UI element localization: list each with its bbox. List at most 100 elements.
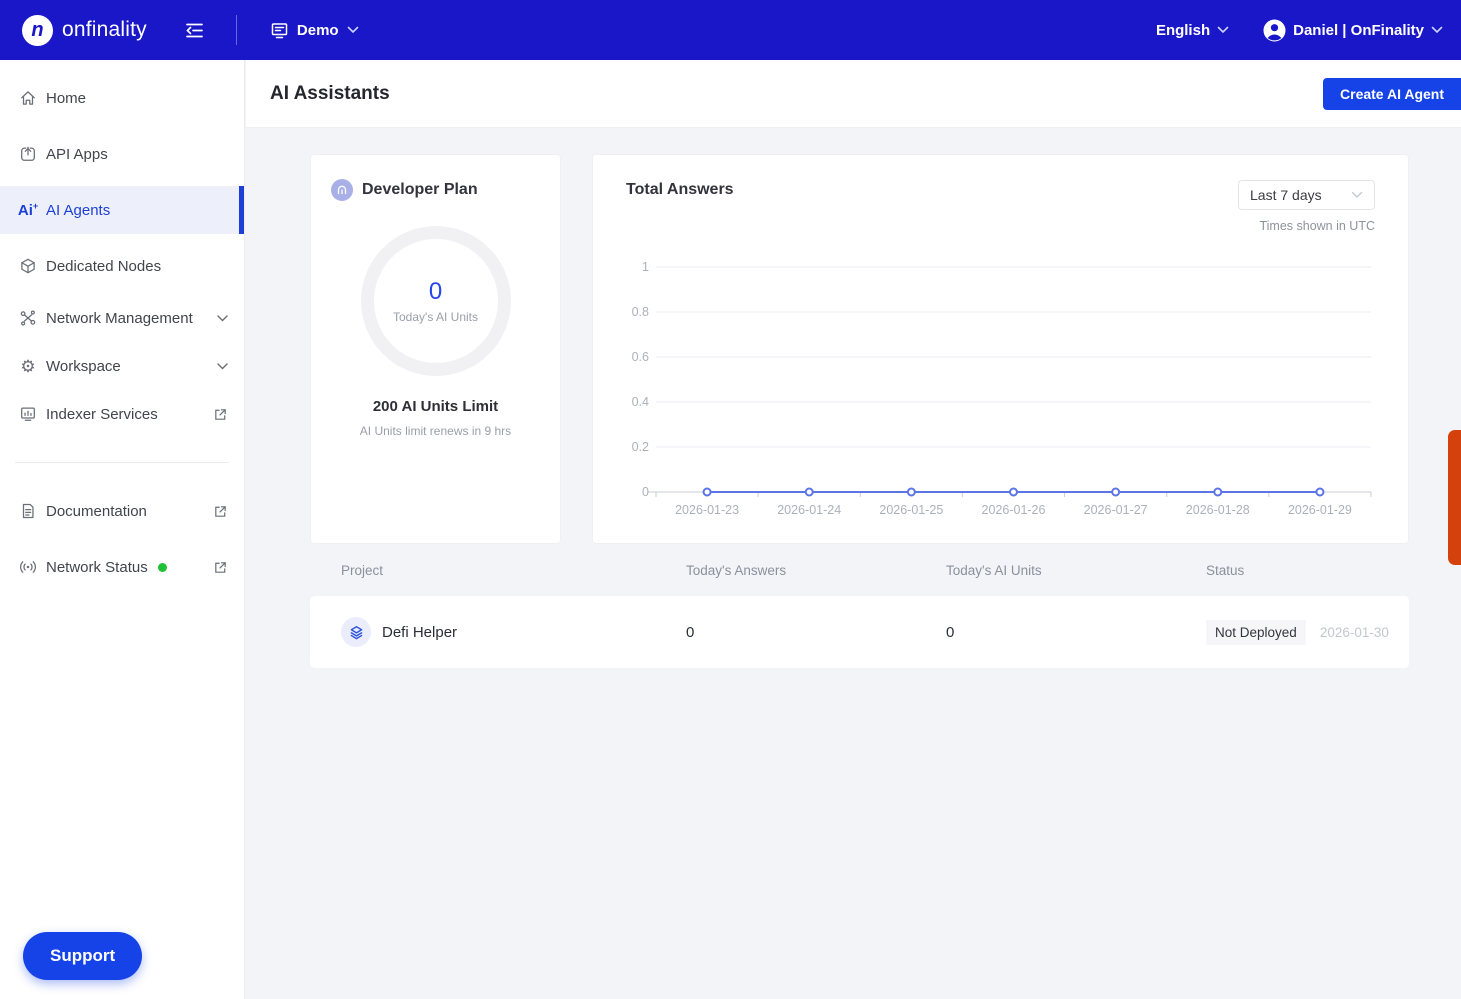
external-link-icon [215,505,226,517]
top-navbar: n onfinality Demo English Daniel | OnFin… [0,0,1461,60]
col-project: Project [341,562,384,578]
language-selector[interactable]: English [1156,22,1229,39]
svg-text:2026-01-24: 2026-01-24 [777,503,841,517]
svg-text:0: 0 [642,485,649,499]
col-todays-answers: Today's Answers [686,562,787,578]
sidebar-item-label: Home [46,89,87,107]
status-badge: Not Deployed [1206,619,1306,645]
workspace-switcher[interactable]: Demo [270,21,359,40]
sidebar-item-network-status[interactable]: Network Status [0,543,244,591]
sidebar-item-workspace[interactable]: ⚙ Workspace [0,342,244,390]
total-answers-chart: 0 0.2 0.4 0.6 0.8 1 2026-01-23 2026-01-24 2026-0… [593,255,1410,520]
sidebar-item-ai-agents[interactable]: Ai+ AI Agents [0,186,244,234]
feedback-tab[interactable] [1448,430,1461,565]
logo-letter: n [31,18,44,41]
broadcast-icon [19,558,37,576]
timezone-note: Times shown in UTC [1259,219,1375,233]
avatar [1263,19,1286,41]
col-status: Status [1206,562,1245,578]
sidebar-item-label: Network Status [46,558,148,576]
language-label: English [1155,21,1211,39]
chart-title: Total Answers [626,181,734,198]
chevron-down-icon [217,314,228,321]
navbar-divider [235,15,237,45]
home-icon [19,89,37,107]
sidebar-item-home[interactable]: Home [0,74,244,122]
svg-text:0.4: 0.4 [632,395,649,409]
svg-text:0.2: 0.2 [632,440,649,454]
ai-units-limit: 200 AI Units Limit [372,398,499,415]
workspace-name: Demo [296,21,339,39]
status-date: 2026-01-30 [1319,624,1389,640]
sidebar-item-label: Network Management [46,309,193,327]
sidebar-divider [15,462,229,463]
onfinality-logo-icon: n [22,14,53,46]
network-status-dot [157,562,167,572]
document-icon [19,502,37,520]
todays-ai-units-value: 0 [946,623,955,641]
ai-units-renews: AI Units limit renews in 9 hrs [359,424,512,438]
chevron-down-icon [1217,26,1229,34]
chevron-down-icon [347,26,358,34]
brand-logo[interactable]: n onfinality [0,14,147,46]
sidebar-item-documentation[interactable]: Documentation [0,487,244,535]
layers-icon [350,625,362,639]
plan-title: Developer Plan [362,181,478,198]
external-link-icon [215,408,226,420]
network-icon [19,309,37,327]
svg-text:2026-01-27: 2026-01-27 [1084,503,1148,517]
menu-fold-icon[interactable] [185,21,204,40]
chevron-down-icon [1351,191,1363,198]
monitor-chart-icon [19,405,37,423]
sidebar-item-indexer-services[interactable]: Indexer Services [0,390,244,438]
page-header: AI Assistants Create AI Agent [246,60,1461,128]
col-todays-ai-units: Today's AI Units [946,562,1042,578]
plan-icon [331,179,353,201]
sidebar-item-network-management[interactable]: Network Management [0,294,244,342]
todays-answers-value: 0 [686,623,695,641]
project-name: Defi Helper [382,623,458,641]
sidebar-item-label: Workspace [46,357,121,375]
table-header-row: Project Today's Answers Today's AI Units… [310,544,1409,596]
svg-text:2026-01-29: 2026-01-29 [1288,503,1352,517]
page-content: Developer Plan 0 Today's AI Units 200 AI… [246,128,1461,668]
date-range-select[interactable]: Last 7 days [1238,180,1375,210]
user-menu[interactable]: Daniel | OnFinality [1263,19,1443,42]
chevron-down-icon [1431,26,1443,34]
user-name: Daniel | OnFinality [1293,21,1424,39]
table-row[interactable]: Defi Helper 0 0 Not Deployed 2026-01-30 [310,596,1409,668]
svg-text:2026-01-28: 2026-01-28 [1186,503,1250,517]
svg-text:0.8: 0.8 [632,305,649,319]
cube-icon [19,257,37,275]
support-button[interactable]: Support [23,932,143,980]
plan-card: Developer Plan 0 Today's AI Units 200 AI… [310,154,561,544]
date-range-value: Last 7 days [1250,187,1322,203]
external-link-icon [215,561,226,573]
projects-table: Project Today's Answers Today's AI Units… [310,544,1409,668]
project-avatar [341,617,371,647]
todays-ai-units-label: Today's AI Units [393,310,478,324]
ai-units-donut: 0 Today's AI Units [360,226,511,376]
sidebar-item-label: AI Agents [46,201,111,219]
sidebar: Home API Apps Ai+ AI Agents Dedicated No… [0,60,245,999]
gear-icon: ⚙ [20,356,36,376]
svg-text:0.6: 0.6 [632,350,649,364]
create-ai-agent-button[interactable]: Create AI Agent [1323,78,1461,110]
page-title: AI Assistants [270,82,390,104]
svg-text:2026-01-25: 2026-01-25 [879,503,943,517]
total-answers-card: Total Answers Last 7 days Times shown in… [592,154,1409,544]
workspace-icon [271,22,288,38]
sidebar-item-label: Dedicated Nodes [46,257,162,275]
chevron-down-icon [217,362,228,369]
sidebar-item-api-apps[interactable]: API Apps [0,130,244,178]
sidebar-item-label: Indexer Services [46,405,158,423]
sidebar-item-label: API Apps [46,145,108,163]
sidebar-item-dedicated-nodes[interactable]: Dedicated Nodes [0,242,244,290]
api-apps-icon [19,145,37,163]
sidebar-item-label: Documentation [46,502,147,520]
ai-agents-icon: Ai+ [17,201,39,219]
main-area: AI Assistants Create AI Agent Developer … [246,60,1461,999]
svg-text:2026-01-26: 2026-01-26 [982,503,1046,517]
navbar-right: English Daniel | OnFinality [1156,19,1461,42]
svg-text:2026-01-23: 2026-01-23 [675,503,739,517]
